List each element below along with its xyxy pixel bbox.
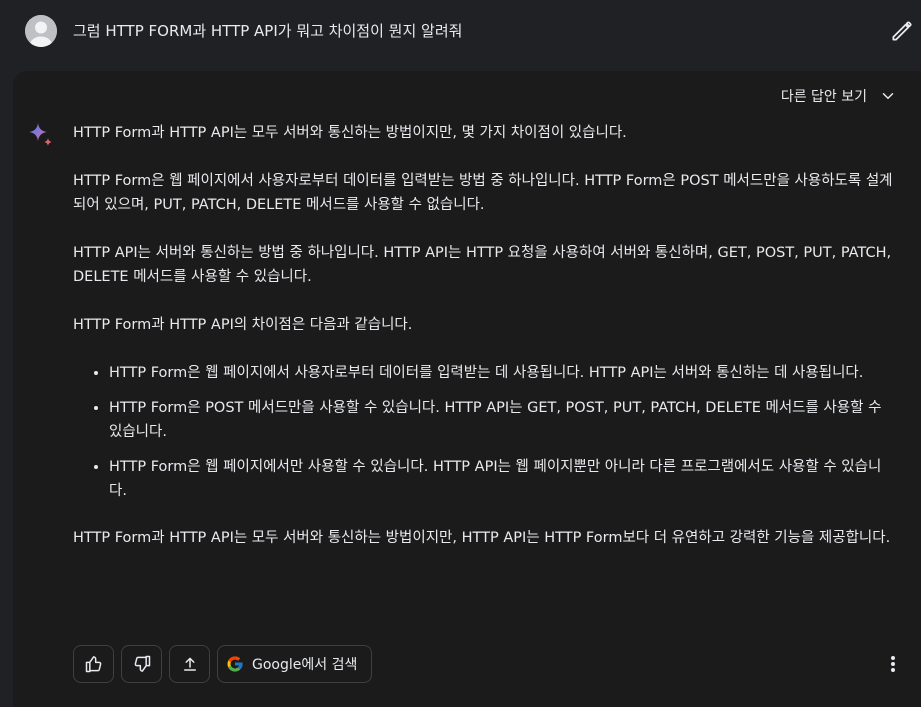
chevron-down-icon bbox=[882, 93, 894, 99]
google-search-label: Google에서 검색 bbox=[252, 657, 358, 673]
google-search-button[interactable]: Google에서 검색 bbox=[217, 645, 373, 683]
user-query-text: 그럼 HTTP FORM과 HTTP API가 뭐고 차이점이 뭔지 알려줘 bbox=[73, 22, 463, 40]
view-other-drafts-button[interactable]: 다른 답안 보기 bbox=[781, 85, 897, 107]
thumbs-up-icon bbox=[85, 656, 101, 673]
gemini-sparkle-icon bbox=[29, 123, 52, 146]
share-button[interactable] bbox=[169, 645, 210, 683]
response-actions: Google에서 검색 bbox=[73, 645, 373, 683]
query-row: 그럼 HTTP FORM과 HTTP API가 뭐고 차이점이 뭔지 알려줘 bbox=[0, 0, 921, 62]
more-options-button[interactable] bbox=[887, 654, 899, 674]
thumbs-down-button[interactable] bbox=[121, 645, 162, 683]
share-icon bbox=[183, 657, 196, 671]
response-paragraph-form: HTTP Form은 웹 페이지에서 사용자로부터 데이터를 입력받는 방법 중… bbox=[73, 173, 893, 213]
thumbs-up-button[interactable] bbox=[73, 645, 114, 683]
google-g-icon bbox=[227, 656, 243, 672]
response-card: 다른 답안 보기 HTTP Form과 HTTP API는 모두 서버와 통신하… bbox=[13, 71, 921, 707]
difference-list: HTTP Form은 웹 페이지에서 사용자로부터 데이터를 입력받는 데 사용… bbox=[73, 361, 893, 503]
response-body: HTTP Form과 HTTP API는 모두 서버와 통신하는 방법이지만, … bbox=[73, 121, 893, 574]
response-intro: HTTP Form과 HTTP API는 모두 서버와 통신하는 방법이지만, … bbox=[73, 125, 627, 141]
list-item: HTTP Form은 웹 페이지에서만 사용할 수 있습니다. HTTP API… bbox=[109, 455, 893, 503]
thumbs-down-icon bbox=[134, 655, 150, 672]
response-conclusion: HTTP Form과 HTTP API는 모두 서버와 통신하는 방법이지만, … bbox=[73, 530, 891, 546]
response-paragraph-api: HTTP API는 서버와 통신하는 방법 중 하나입니다. HTTP API는… bbox=[73, 245, 892, 285]
response-diff-heading: HTTP Form과 HTTP API의 차이점은 다음과 같습니다. bbox=[73, 317, 413, 333]
drafts-label: 다른 답안 보기 bbox=[780, 89, 867, 105]
list-item: HTTP Form은 POST 메서드만을 사용할 수 있습니다. HTTP A… bbox=[109, 396, 893, 444]
edit-pencil-icon bbox=[892, 21, 912, 41]
edit-query-button[interactable] bbox=[889, 18, 915, 44]
user-avatar-icon[interactable] bbox=[25, 15, 57, 47]
more-vert-icon bbox=[891, 656, 895, 660]
list-item: HTTP Form은 웹 페이지에서 사용자로부터 데이터를 입력받는 데 사용… bbox=[109, 361, 893, 385]
